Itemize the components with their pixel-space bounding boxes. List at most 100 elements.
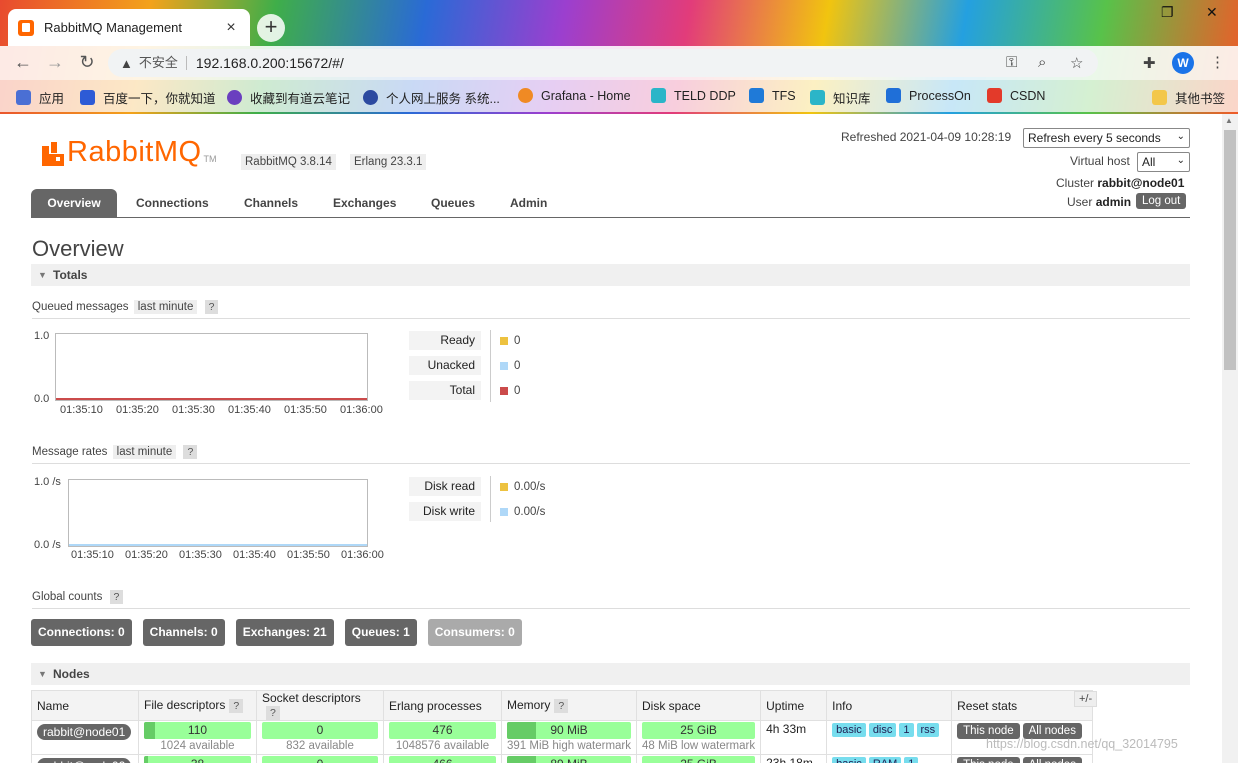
y-tick-label: 0.0	[34, 393, 50, 405]
reset-this-node-button[interactable]: This node	[957, 757, 1020, 763]
erlang-processes-gauge: 466	[389, 756, 496, 763]
legend-unacked: Unacked 0	[409, 356, 520, 375]
memory-cell: 89 MiB	[501, 754, 637, 763]
info-tag[interactable]: rss	[916, 723, 940, 737]
profile-avatar[interactable]: W	[1172, 52, 1194, 74]
tab-close-icon[interactable]: ×	[222, 19, 240, 37]
help-button[interactable]: ?	[109, 590, 124, 604]
forward-arrow-icon[interactable]: →	[44, 52, 66, 73]
refresh-interval-select[interactable]: Refresh every 5 seconds ⌄	[1023, 128, 1190, 148]
info-tag[interactable]: RAM	[868, 757, 902, 763]
exchanges-count-button[interactable]: Exchanges: 21	[235, 619, 334, 646]
bookmark-knowledge-base[interactable]: 知识库	[810, 88, 871, 107]
info-tag[interactable]: 1	[899, 723, 914, 737]
zoom-icon[interactable]: ⌕	[1038, 54, 1046, 71]
memory-gauge: 89 MiB	[507, 756, 631, 763]
bookmark-baidu[interactable]: 百度一下，你就知道	[80, 88, 216, 107]
gauge-value: 25 GiB	[680, 723, 717, 737]
bookmark-apps[interactable]: 应用	[16, 88, 64, 107]
node-name-cell: rabbit@node02	[31, 754, 139, 763]
node-name-link[interactable]: rabbit@node02	[37, 758, 132, 763]
new-tab-button[interactable]: +	[257, 14, 285, 42]
legend-swatch	[500, 482, 508, 491]
bookmark-teld-ddp[interactable]: TELD DDP	[651, 88, 736, 103]
help-button[interactable]: ?	[183, 445, 198, 459]
columns-toggle-button[interactable]: +/-	[1074, 691, 1098, 707]
col-socket-descriptors: Socket descriptors?	[256, 690, 384, 721]
queued-messages-label: Queued messages	[32, 301, 129, 313]
help-button[interactable]: ?	[229, 699, 244, 713]
sockets-cell: 0	[256, 754, 384, 763]
info-tag[interactable]: 1	[904, 757, 919, 763]
reset-all-nodes-button[interactable]: All nodes	[1022, 757, 1082, 763]
column-label: Name	[37, 698, 70, 713]
connections-count-button[interactable]: Connections: 0	[31, 619, 132, 646]
tab-title: RabbitMQ Management	[44, 20, 183, 35]
scroll-thumb[interactable]	[1224, 130, 1236, 370]
warning-icon[interactable]: ▲	[120, 56, 133, 71]
bookmark-personal-service[interactable]: 个人网上服务 系统...	[363, 88, 500, 107]
bookmark-label: 其他书签	[1175, 92, 1226, 106]
bookmark-label: 应用	[39, 92, 65, 106]
bookmark-other[interactable]: 其他书签	[1152, 88, 1225, 107]
queues-count-button[interactable]: Queues: 1	[344, 619, 417, 646]
star-icon[interactable]: ☆	[1070, 54, 1083, 72]
consumers-count-button[interactable]: Consumers: 0	[427, 619, 522, 646]
menu-kebab-icon[interactable]: ⋮	[1210, 53, 1225, 71]
chevron-down-icon: ⌄	[1176, 155, 1185, 166]
window-close-icon[interactable]: ✕	[1206, 4, 1218, 21]
tab-overview[interactable]: Overview	[31, 189, 117, 217]
url-text[interactable]: 192.168.0.200:15672/#/	[196, 55, 344, 71]
help-button[interactable]: ?	[554, 699, 569, 713]
back-arrow-icon[interactable]: ←	[12, 52, 34, 73]
uptime-cell: 23h 18m	[760, 754, 828, 763]
queued-messages-header: Queued messages last minute ?	[32, 300, 1190, 319]
totals-section-header[interactable]: ▼ Totals	[31, 264, 1190, 286]
info-tag[interactable]: disc	[868, 723, 897, 737]
nodes-section-header[interactable]: ▼ Nodes	[31, 663, 1190, 685]
bookmark-csdn[interactable]: CSDN	[987, 88, 1045, 103]
help-button[interactable]: ?	[266, 706, 280, 720]
extensions-puzzle-icon[interactable]: ✚	[1143, 54, 1156, 72]
tab-queues[interactable]: Queues	[419, 189, 487, 217]
y-tick-label: 1.0	[34, 330, 50, 342]
legend-swatch	[500, 386, 508, 395]
range-selector[interactable]: last minute	[112, 445, 177, 459]
tab-admin[interactable]: Admin	[498, 189, 559, 217]
node-name-cell: rabbit@node01	[31, 720, 139, 755]
browser-tab[interactable]: RabbitMQ Management ×	[8, 9, 250, 46]
info-tag[interactable]: basic	[832, 757, 866, 763]
message-rates-chart	[68, 479, 368, 547]
tab-channels[interactable]: Channels	[232, 189, 310, 217]
col-reset-stats: Reset stats	[951, 690, 1094, 721]
scroll-up-arrow-icon[interactable]: ▲	[1225, 116, 1233, 125]
insecure-label[interactable]: 不安全	[139, 56, 187, 70]
tab-connections[interactable]: Connections	[124, 189, 221, 217]
disk-space-gauge: 25 GiB	[642, 722, 756, 739]
help-button[interactable]: ?	[204, 300, 219, 314]
reload-icon[interactable]: ↻	[76, 52, 98, 73]
range-selector[interactable]: last minute	[133, 300, 198, 314]
bookmark-tfs[interactable]: TFS	[749, 88, 796, 103]
rabbitmq-logo[interactable]: RabbitMQ TM	[42, 138, 217, 167]
bookmark-grafana[interactable]: Grafana - Home	[518, 88, 631, 103]
tab-exchanges[interactable]: Exchanges	[321, 189, 408, 217]
bookmark-processon[interactable]: ProcessOn	[886, 88, 971, 103]
address-bar[interactable]: ▲ 不安全 192.168.0.200:15672/#/ ⚿ ⌕ ☆	[108, 49, 1098, 77]
key-icon[interactable]: ⚿	[1006, 54, 1017, 71]
legend-disk-write: Disk write 0.00/s	[409, 502, 545, 521]
channels-count-button[interactable]: Channels: 0	[142, 619, 225, 646]
col-file-descriptors: File descriptors?	[138, 690, 257, 721]
bookmark-label: 知识库	[833, 92, 871, 106]
info-tag[interactable]: basic	[832, 723, 866, 737]
message-rates-label: Message rates	[32, 446, 108, 458]
socket-descriptors-gauge: 0	[262, 756, 378, 763]
virtual-host-select[interactable]: All ⌄	[1137, 152, 1190, 172]
page-scrollbar[interactable]: ▲	[1222, 114, 1238, 763]
window-restore-icon[interactable]: ❐	[1161, 4, 1174, 21]
col-info: Info	[826, 690, 953, 721]
erlang-processes-available: 1048576 available	[395, 740, 490, 752]
node-name-link[interactable]: rabbit@node01	[37, 724, 132, 740]
legend-swatch	[500, 507, 508, 516]
bookmark-youdao[interactable]: 收藏到有道云笔记	[227, 88, 350, 107]
